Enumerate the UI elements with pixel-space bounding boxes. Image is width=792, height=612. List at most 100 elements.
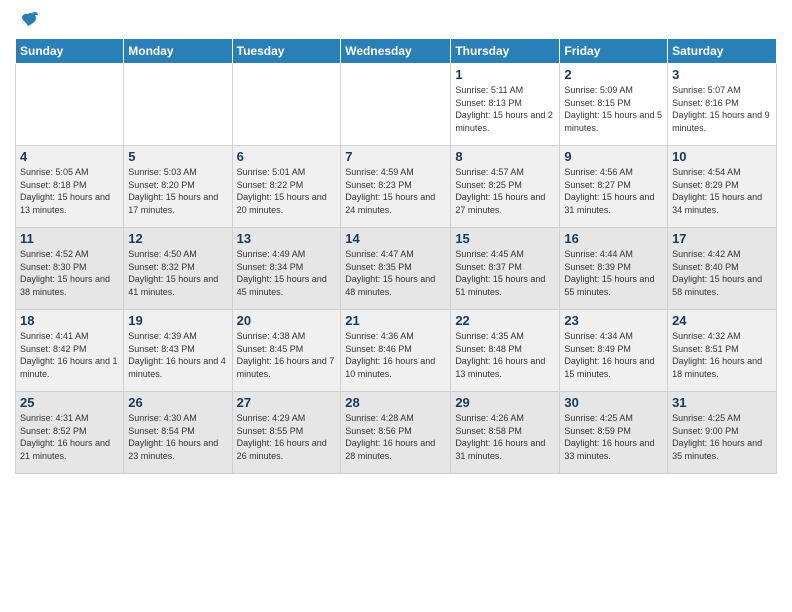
day-info: Sunrise: 5:03 AM Sunset: 8:20 PM Dayligh… — [128, 166, 227, 216]
calendar-cell: 13 Sunrise: 4:49 AM Sunset: 8:34 PM Dayli… — [232, 228, 341, 310]
calendar-week-row: 18 Sunrise: 4:41 AM Sunset: 8:42 PM Dayli… — [16, 310, 777, 392]
day-info: Sunrise: 4:25 AM Sunset: 9:00 PM Dayligh… — [672, 412, 772, 462]
col-saturday: Saturday — [668, 39, 777, 64]
day-info: Sunrise: 4:39 AM Sunset: 8:43 PM Dayligh… — [128, 330, 227, 380]
calendar-cell: 6Sunrise: 5:01 AM Sunset: 8:22 PM Daylig… — [232, 146, 341, 228]
day-info: Sunrise: 4:44 AM Sunset: 8:39 PM Dayligh… — [564, 248, 663, 298]
day-info: Sunrise: 4:59 AM Sunset: 8:23 PM Dayligh… — [345, 166, 446, 216]
day-number: 15 — [455, 231, 555, 246]
day-number: 28 — [345, 395, 446, 410]
col-thursday: Thursday — [451, 39, 560, 64]
calendar-header-row: Sunday Monday Tuesday Wednesday Thursday… — [16, 39, 777, 64]
day-number: 19 — [128, 313, 227, 328]
col-monday: Monday — [124, 39, 232, 64]
day-info: Sunrise: 4:45 AM Sunset: 8:37 PM Dayligh… — [455, 248, 555, 298]
day-number: 8 — [455, 149, 555, 164]
calendar-cell: 5 Sunrise: 5:03 AM Sunset: 8:20 PM Daylig… — [124, 146, 232, 228]
day-number: 21 — [345, 313, 446, 328]
calendar-cell: 25 Sunrise: 4:31 AM Sunset: 8:52 PM Dayli… — [16, 392, 124, 474]
day-info: Sunrise: 4:28 AM Sunset: 8:56 PM Dayligh… — [345, 412, 446, 462]
day-number: 18 — [20, 313, 119, 328]
day-info: Sunrise: 5:09 AM Sunset: 8:15 PM Dayligh… — [564, 84, 663, 134]
day-info: Sunrise: 4:41 AM Sunset: 8:42 PM Dayligh… — [20, 330, 119, 380]
calendar-cell: 20 Sunrise: 4:38 AM Sunset: 8:45 PM Dayli… — [232, 310, 341, 392]
day-number: 3 — [672, 67, 772, 82]
day-info: Sunrise: 4:31 AM Sunset: 8:52 PM Dayligh… — [20, 412, 119, 462]
calendar-week-row: 11 Sunrise: 4:52 AM Sunset: 8:30 PM Dayli… — [16, 228, 777, 310]
day-info: Sunrise: 4:30 AM Sunset: 8:54 PM Dayligh… — [128, 412, 227, 462]
logo-bird-icon — [18, 10, 38, 30]
calendar-cell: 26 Sunrise: 4:30 AM Sunset: 8:54 PM Dayli… — [124, 392, 232, 474]
day-number: 11 — [20, 231, 119, 246]
day-info: Sunrise: 4:35 AM Sunset: 8:48 PM Dayligh… — [455, 330, 555, 380]
header — [15, 10, 777, 30]
col-sunday: Sunday — [16, 39, 124, 64]
calendar-cell: 9Sunrise: 4:56 AM Sunset: 8:27 PM Daylig… — [560, 146, 668, 228]
col-wednesday: Wednesday — [341, 39, 451, 64]
calendar: Sunday Monday Tuesday Wednesday Thursday… — [15, 38, 777, 474]
day-number: 26 — [128, 395, 227, 410]
day-info: Sunrise: 4:38 AM Sunset: 8:45 PM Dayligh… — [237, 330, 337, 380]
col-friday: Friday — [560, 39, 668, 64]
day-number: 14 — [345, 231, 446, 246]
day-number: 1 — [455, 67, 555, 82]
day-info: Sunrise: 4:36 AM Sunset: 8:46 PM Dayligh… — [345, 330, 446, 380]
day-info: Sunrise: 5:05 AM Sunset: 8:18 PM Dayligh… — [20, 166, 119, 216]
day-number: 31 — [672, 395, 772, 410]
day-number: 13 — [237, 231, 337, 246]
day-info: Sunrise: 4:52 AM Sunset: 8:30 PM Dayligh… — [20, 248, 119, 298]
day-info: Sunrise: 4:47 AM Sunset: 8:35 PM Dayligh… — [345, 248, 446, 298]
calendar-week-row: 4 Sunrise: 5:05 AM Sunset: 8:18 PM Daylig… — [16, 146, 777, 228]
calendar-cell: 19 Sunrise: 4:39 AM Sunset: 8:43 PM Dayli… — [124, 310, 232, 392]
calendar-cell: 12 Sunrise: 4:50 AM Sunset: 8:32 PM Dayli… — [124, 228, 232, 310]
day-info: Sunrise: 4:49 AM Sunset: 8:34 PM Dayligh… — [237, 248, 337, 298]
logo — [15, 10, 38, 30]
calendar-week-row: 1 Sunrise: 5:11 AM Sunset: 8:13 PM Daylig… — [16, 64, 777, 146]
calendar-cell: 24 Sunrise: 4:32 AM Sunset: 8:51 PM Dayli… — [668, 310, 777, 392]
calendar-cell: 7 Sunrise: 4:59 AM Sunset: 8:23 PM Daylig… — [341, 146, 451, 228]
day-number: 4 — [20, 149, 119, 164]
calendar-cell: 23 Sunrise: 4:34 AM Sunset: 8:49 PM Dayli… — [560, 310, 668, 392]
day-info: Sunrise: 4:29 AM Sunset: 8:55 PM Dayligh… — [237, 412, 337, 462]
day-info: Sunrise: 4:25 AM Sunset: 8:59 PM Dayligh… — [564, 412, 663, 462]
calendar-cell: 17Sunrise: 4:42 AM Sunset: 8:40 PM Dayli… — [668, 228, 777, 310]
calendar-cell: 29Sunrise: 4:26 AM Sunset: 8:58 PM Dayli… — [451, 392, 560, 474]
day-info: Sunrise: 5:07 AM Sunset: 8:16 PM Dayligh… — [672, 84, 772, 134]
calendar-cell: 18 Sunrise: 4:41 AM Sunset: 8:42 PM Dayli… — [16, 310, 124, 392]
day-info: Sunrise: 4:57 AM Sunset: 8:25 PM Dayligh… — [455, 166, 555, 216]
day-info: Sunrise: 4:54 AM Sunset: 8:29 PM Dayligh… — [672, 166, 772, 216]
calendar-cell: 3 Sunrise: 5:07 AM Sunset: 8:16 PM Daylig… — [668, 64, 777, 146]
calendar-cell — [232, 64, 341, 146]
day-number: 23 — [564, 313, 663, 328]
calendar-cell — [16, 64, 124, 146]
day-info: Sunrise: 4:34 AM Sunset: 8:49 PM Dayligh… — [564, 330, 663, 380]
calendar-cell: 16 Sunrise: 4:44 AM Sunset: 8:39 PM Dayli… — [560, 228, 668, 310]
calendar-cell: 22 Sunrise: 4:35 AM Sunset: 8:48 PM Dayli… — [451, 310, 560, 392]
day-number: 20 — [237, 313, 337, 328]
calendar-cell: 1 Sunrise: 5:11 AM Sunset: 8:13 PM Daylig… — [451, 64, 560, 146]
calendar-cell: 11 Sunrise: 4:52 AM Sunset: 8:30 PM Dayli… — [16, 228, 124, 310]
day-info: Sunrise: 4:32 AM Sunset: 8:51 PM Dayligh… — [672, 330, 772, 380]
day-number: 5 — [128, 149, 227, 164]
day-number: 7 — [345, 149, 446, 164]
day-number: 17 — [672, 231, 772, 246]
day-number: 10 — [672, 149, 772, 164]
calendar-cell: 10 Sunrise: 4:54 AM Sunset: 8:29 PM Dayli… — [668, 146, 777, 228]
day-info: Sunrise: 4:50 AM Sunset: 8:32 PM Dayligh… — [128, 248, 227, 298]
day-number: 2 — [564, 67, 663, 82]
calendar-cell: 27 Sunrise: 4:29 AM Sunset: 8:55 PM Dayli… — [232, 392, 341, 474]
day-number: 22 — [455, 313, 555, 328]
calendar-cell: 4 Sunrise: 5:05 AM Sunset: 8:18 PM Daylig… — [16, 146, 124, 228]
day-number: 6 — [237, 149, 337, 164]
day-number: 25 — [20, 395, 119, 410]
calendar-cell: 8 Sunrise: 4:57 AM Sunset: 8:25 PM Daylig… — [451, 146, 560, 228]
calendar-cell: 14 Sunrise: 4:47 AM Sunset: 8:35 PM Dayli… — [341, 228, 451, 310]
day-number: 12 — [128, 231, 227, 246]
day-info: Sunrise: 5:11 AM Sunset: 8:13 PM Dayligh… — [455, 84, 555, 134]
calendar-cell: 28 Sunrise: 4:28 AM Sunset: 8:56 PM Dayli… — [341, 392, 451, 474]
calendar-cell: 31 Sunrise: 4:25 AM Sunset: 9:00 PM Dayli… — [668, 392, 777, 474]
day-number: 24 — [672, 313, 772, 328]
day-number: 16 — [564, 231, 663, 246]
day-number: 27 — [237, 395, 337, 410]
day-info: Sunrise: 4:26 AM Sunset: 8:58 PM Dayligh… — [455, 412, 555, 462]
